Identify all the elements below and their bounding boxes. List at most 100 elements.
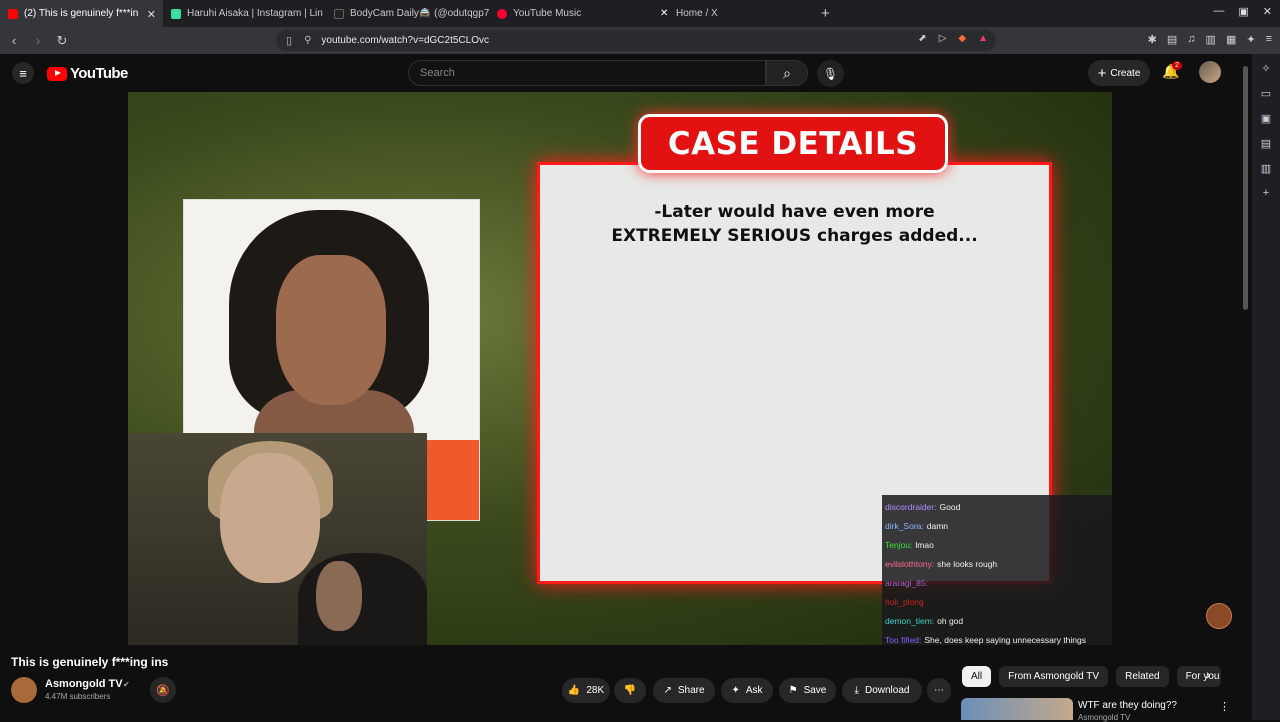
extensions-bar: ✱ ▤ ♫ ▥ ▦ ✦ ≡ [1148, 33, 1272, 46]
channel-avatar[interactable] [11, 677, 37, 703]
subscriber-count: 4.47M subscribers [45, 692, 111, 701]
sidebar-icon[interactable]: ▥ [1206, 33, 1216, 46]
youtube-favicon-icon [8, 8, 18, 19]
notification-settings-button[interactable]: 🔕 [150, 677, 176, 703]
cast-icon[interactable]: ▷ [939, 33, 947, 44]
plus-icon: + [1097, 64, 1107, 82]
save-label: Save [803, 685, 827, 696]
minimize-icon[interactable]: — [1213, 5, 1224, 18]
chat-user: evilslothtony: [885, 559, 935, 569]
chat-text: oh god [937, 616, 964, 626]
share-button[interactable]: ↗ Share [653, 678, 715, 703]
search-button[interactable]: ⌕ [766, 60, 808, 86]
tab-label: Home / X [676, 8, 718, 19]
case-details-text: -Later would have even more EXTREMELY SE… [537, 200, 1052, 248]
add-panel-icon[interactable]: + [1263, 187, 1269, 199]
new-tab-icon[interactable]: + [821, 5, 830, 22]
rewards-icon[interactable]: ▲ [978, 33, 988, 44]
url-text: youtube.com/watch?v=dGC2t5CLOvc [321, 35, 489, 46]
scroll-thumb[interactable] [1243, 66, 1248, 310]
chat-message: demon_tiem: oh god [885, 612, 1109, 631]
browser-menu-icon[interactable]: ≡ [1266, 33, 1272, 46]
bookmark-icon[interactable]: ▯ [286, 34, 292, 47]
chip-from-channel[interactable]: From Asmongold TV [999, 666, 1109, 687]
reading-list-icon[interactable]: ▤ [1261, 137, 1271, 150]
streamer-face [220, 453, 320, 583]
chat-text: Good [939, 502, 961, 512]
search-input[interactable]: Search [408, 60, 766, 86]
maximize-icon[interactable]: ▣ [1238, 5, 1248, 18]
thumbs-up-icon: 👍 [567, 685, 581, 696]
url-field[interactable]: ▯ ⚲ youtube.com/watch?v=dGC2t5CLOvc ⬈ ▷ … [276, 30, 996, 51]
voice-search-button[interactable]: 🎙 [817, 60, 844, 87]
leo-icon[interactable]: ✦ [1246, 33, 1255, 46]
leo-ai-icon[interactable]: ✧ [1261, 62, 1270, 75]
forward-icon[interactable]: › [28, 33, 48, 48]
ask-button[interactable]: ✦ Ask [721, 678, 773, 703]
url-actions: ⬈ ▷ ◆ ▲ [918, 33, 988, 44]
chat-text: she looks rough [937, 559, 998, 569]
recommended-thumbnail[interactable] [961, 698, 1073, 720]
more-actions-button[interactable]: ⋯ [927, 678, 951, 703]
create-button[interactable]: + Create [1088, 60, 1150, 86]
case-line-1: -Later would have even more [654, 202, 935, 222]
video-player[interactable]: CASE DETAILS -Later would have even more… [128, 92, 1112, 645]
chevron-right-icon[interactable]: › [1206, 666, 1211, 682]
browser-tab[interactable]: YouTube Music [489, 0, 652, 27]
guide-menu-icon[interactable]: ≡ [12, 62, 34, 84]
history-icon[interactable]: ▭ [1261, 87, 1271, 100]
video-title: This is genuinely f***ing ins [11, 655, 169, 669]
extensions-icon[interactable]: ✱ [1148, 33, 1157, 46]
browser-tab[interactable]: (2) This is genuinely f***in ✕ [0, 0, 163, 27]
media-icon[interactable]: ♫ [1187, 33, 1195, 46]
downloads-icon[interactable]: ▦ [1226, 33, 1236, 46]
chip-related[interactable]: Related [1116, 666, 1169, 687]
stream-chat-overlay: discordraider: Good dirk_Sora: damn Tenjou… [882, 495, 1112, 645]
chat-message: araragi_85: [885, 574, 1109, 593]
second-person-face [316, 561, 362, 631]
browser-tab[interactable]: ✕ Home / X [652, 0, 815, 27]
youtube-music-favicon-icon [497, 8, 507, 19]
chat-message: Too fified: She, does keep saying unneces… [885, 631, 1109, 645]
recommended-title[interactable]: WTF are they doing?? [1078, 700, 1177, 711]
channel-watermark-icon[interactable] [1206, 603, 1232, 629]
chip-for-you[interactable]: For you [1176, 666, 1221, 687]
dislike-button[interactable]: 👎 [614, 678, 646, 703]
download-button[interactable]: ⤓ Download [842, 678, 922, 703]
chip-all[interactable]: All [962, 666, 992, 687]
youtube-logo[interactable]: YouTube [47, 65, 128, 82]
channel-name[interactable]: Asmongold TV [45, 678, 123, 690]
browser-tab[interactable]: Haruhi Aisaka | Instagram | Lin [163, 0, 326, 27]
browser-tab-bar: (2) This is genuinely f***in ✕ Haruhi Ai… [0, 0, 1280, 27]
tab-label: Haruhi Aisaka | Instagram | Lin [187, 8, 323, 19]
mugshot-face [276, 255, 386, 405]
chat-message: discordraider: Good [885, 498, 1109, 517]
tab-label: YouTube Music [513, 8, 582, 19]
account-avatar[interactable] [1199, 61, 1221, 83]
tab-label: BodyCam Daily🚔 (@odutqgp71 [350, 8, 489, 19]
open-external-icon[interactable]: ⬈ [918, 33, 926, 44]
close-window-icon[interactable]: ✕ [1263, 5, 1272, 18]
case-line-2: EXTREMELY SERIOUS charges added... [611, 226, 978, 246]
wallet-panel-icon[interactable]: ▣ [1261, 112, 1271, 125]
chat-message: evilslothtony: she looks rough [885, 555, 1109, 574]
search-icon: ⌕ [783, 64, 791, 81]
wallet-icon[interactable]: ▤ [1167, 33, 1177, 46]
bookmarks-panel-icon[interactable]: ▥ [1261, 162, 1271, 175]
site-info-icon[interactable]: ⚲ [304, 35, 311, 46]
tiktok-favicon-icon [334, 8, 344, 19]
page-scrollbar[interactable] [1240, 54, 1250, 720]
save-button[interactable]: ⚑ Save [779, 678, 836, 703]
reload-icon[interactable]: ↻ [52, 33, 72, 49]
back-icon[interactable]: ‹ [4, 33, 24, 48]
share-label: Share [677, 685, 705, 696]
like-button[interactable]: 👍 28K [562, 678, 610, 703]
chat-message: Tenjou: lmao [885, 536, 1109, 555]
close-tab-icon[interactable]: ✕ [147, 8, 156, 21]
chat-user: dirk_Sora: [885, 521, 924, 531]
linktree-favicon-icon [171, 8, 181, 19]
browser-tab[interactable]: BodyCam Daily🚔 (@odutqgp71 [326, 0, 489, 27]
more-vertical-icon[interactable]: ⋮ [1219, 700, 1230, 713]
shield-icon[interactable]: ◆ [958, 33, 966, 44]
create-label: Create [1110, 67, 1141, 79]
